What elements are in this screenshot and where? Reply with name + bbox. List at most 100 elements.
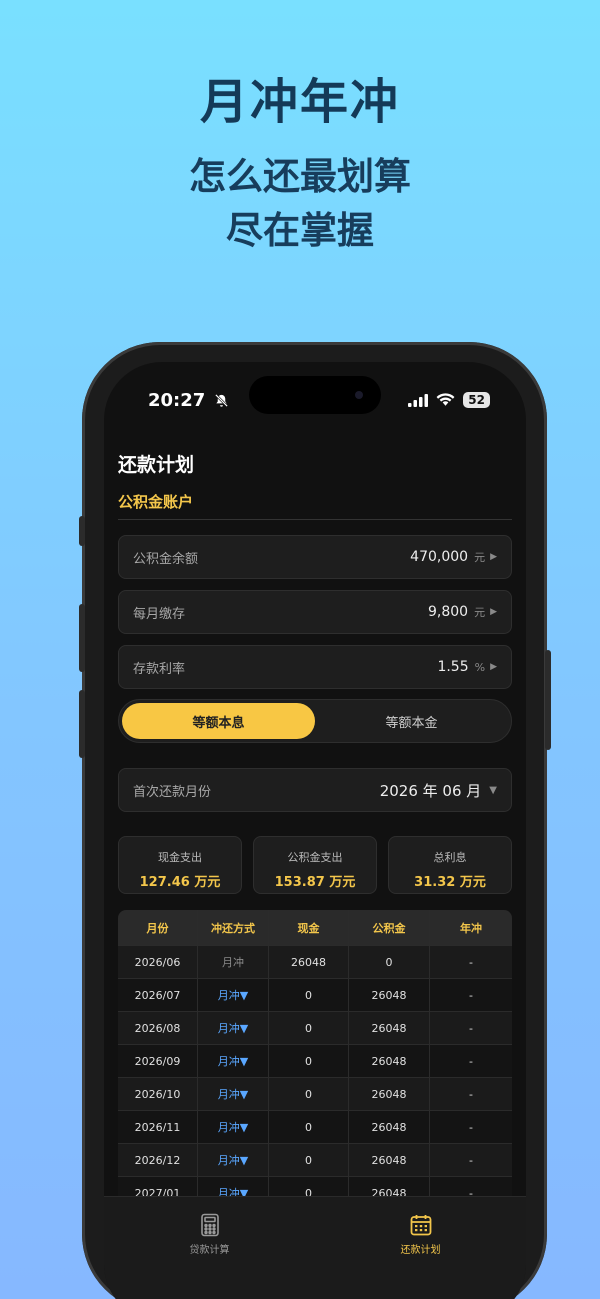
repay-mode-cell[interactable]: 月冲▼ [198,1111,269,1143]
column-header: 年冲 [460,921,482,935]
repayment-table: 月份 冲还方式 现金 公积金 年冲 2026/06 月冲 26048 0-2026/0… [118,910,512,1210]
field-unit: 元 [474,606,486,619]
repay-mode-cell[interactable]: 月冲▼ [198,1144,269,1176]
cash-cell: 0 [269,979,349,1011]
tab-bar: 贷款计算 还款计划 [104,1196,526,1299]
cash-cell: 0 [269,1012,349,1044]
promo-headline: 月冲年冲 [199,74,400,130]
bell-slash-icon [214,394,228,407]
fund-cell: 26048 [349,1111,430,1143]
month-cell: 2026/07 [118,979,198,1011]
segment-equal-installment[interactable]: 等额本息 [122,703,315,739]
tab-repayment-plan[interactable]: 还款计划 [315,1197,526,1299]
repay-mode-cell[interactable]: 月冲▼ [198,1078,269,1110]
summary-card-fund: 公积金支出 153.87 万元 [253,836,377,894]
summary-label: 总利息 [433,851,467,864]
calendar-icon [410,1215,431,1236]
summary-value: 31.32 万元 [414,875,486,890]
chevron-right-icon: ▶ [490,662,497,672]
month-cell: 2026/09 [118,1045,198,1077]
cash-cell: 0 [269,1111,349,1143]
fund-cell: 26048 [349,1078,430,1110]
chevron-down-icon: ▼ [489,784,497,796]
table-row: 2026/08 月冲▼ 0 26048 - [118,1012,512,1045]
table-row: 2026/11 月冲▼ 0 26048 - [118,1111,512,1144]
tab-loan-calculator[interactable]: 贷款计算 [104,1197,315,1299]
tab-label: 还款计划 [400,1245,441,1256]
field-value: 9,800 [427,604,469,620]
status-time: 20:27 [148,390,229,411]
table-row: 2026/12 月冲▼ 0 26048 - [118,1144,512,1177]
table-header: 月份 冲还方式 现金 公积金 年冲 [118,910,512,946]
field-unit: 元 [474,551,486,564]
repay-mode-cell[interactable]: 月冲▼ [198,979,269,1011]
page-title: 还款计划 [118,454,195,476]
fund-balance-field[interactable]: 公积金余额 470,000 元 ▶ [118,535,512,579]
volume-down-button [79,690,85,758]
power-button [545,650,551,750]
repay-mode-cell: 月冲 [198,946,269,978]
promo-line-2: 尽在掌握 [226,209,374,252]
calculator-icon [200,1213,219,1237]
field-value: 470,000 [410,549,469,565]
table-row: 2026/09 月冲▼ 0 26048 - [118,1045,512,1078]
field-label: 存款利率 [133,661,186,677]
summary-label: 公积金支出 [287,851,343,864]
repay-mode-cell[interactable]: 月冲▼ [198,1012,269,1044]
fund-cell: 26048 [349,1012,430,1044]
annual-offset-cell: - [469,1021,473,1035]
cash-cell: 26048 [269,946,349,978]
chevron-right-icon: ▶ [490,552,497,562]
field-value: 2026 年 06 月 [379,781,482,800]
summary-card-cash: 现金支出 127.46 万元 [118,836,242,894]
field-label: 首次还款月份 [133,784,212,800]
battery-level: 52 [463,392,490,408]
repayment-type-segmented-control: 等额本息 等额本金 [118,699,512,743]
table-row: 2026/06 月冲 26048 0 - [118,946,512,979]
summary-value: 127.46 万元 [139,875,221,890]
field-unit: % [474,660,486,674]
status-icons: 52 [408,392,490,408]
annual-offset-cell: - [469,1120,473,1134]
month-cell: 2026/10 [118,1078,198,1110]
repay-mode-cell[interactable]: 月冲▼ [198,1045,269,1077]
cellular-signal-icon [408,393,429,407]
dynamic-island [249,376,381,414]
first-month-picker[interactable]: 首次还款月份 2026 年 06 月 ▼ [118,768,512,812]
column-header: 公积金 [349,910,430,945]
section-title: 公积金账户 [118,493,194,511]
fund-cell: 26048 [349,1144,430,1176]
annual-offset-cell: - [469,1054,473,1068]
fund-cell: 26048 [349,979,430,1011]
annual-offset-cell: - [469,1087,473,1101]
cash-cell: 0 [269,1078,349,1110]
monthly-deposit-field[interactable]: 每月缴存 9,800 元 ▶ [118,590,512,634]
summary-label: 现金支出 [158,851,202,864]
summary-card-interest: 总利息 31.32 万元 [388,836,512,894]
column-header: 月份 [118,910,198,945]
table-row: 2026/07 月冲▼ 0 26048 - [118,979,512,1012]
cash-cell: 0 [269,1045,349,1077]
field-label: 每月缴存 [133,606,186,622]
fund-cell: 0 [349,946,430,978]
month-cell: 2026/08 [118,1012,198,1044]
annual-offset-cell: - [469,988,473,1002]
column-header: 现金 [269,910,349,945]
annual-offset-cell: - [469,1153,473,1167]
field-value: 1.55 [437,659,469,675]
app-screen: 20:27 52 还款计划 公积金账户 公积金余额 470,000 元 ▶ 每月… [104,362,526,1299]
section-divider [118,519,512,520]
deposit-rate-field[interactable]: 存款利率 1.55 % ▶ [118,645,512,689]
promo-line-1: 怎么还最划算 [189,155,411,198]
annual-offset-cell: - [469,955,473,969]
segment-equal-principal[interactable]: 等额本金 [315,703,508,739]
field-label: 公积金余额 [133,551,199,567]
mute-switch [79,516,85,546]
tab-label: 贷款计算 [189,1245,230,1256]
cash-cell: 0 [269,1144,349,1176]
column-header: 冲还方式 [198,910,269,945]
month-cell: 2026/12 [118,1144,198,1176]
fund-cell: 26048 [349,1045,430,1077]
volume-up-button [79,604,85,672]
wifi-icon [436,393,455,406]
